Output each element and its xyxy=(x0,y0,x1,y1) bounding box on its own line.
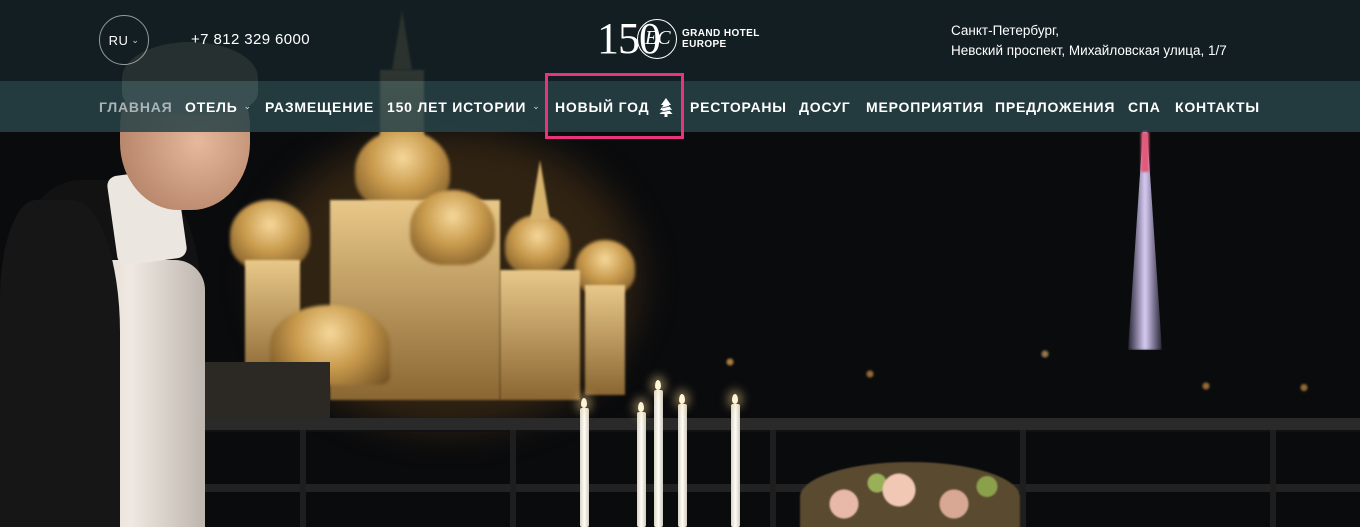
chevron-down-icon: ⌄ xyxy=(532,101,541,111)
candle xyxy=(731,404,740,527)
candle xyxy=(580,408,589,527)
nav-item-offers[interactable]: ПРЕДЛОЖЕНИЯ xyxy=(995,81,1115,132)
nav-item-events[interactable]: МЕРОПРИЯТИЯ xyxy=(866,81,984,132)
nav-item-history[interactable]: 150 ЛЕТ ИСТОРИИ ⌄ xyxy=(387,81,541,132)
balcony-railing xyxy=(190,418,1360,430)
nav-item-restaurants[interactable]: РЕСТОРАНЫ xyxy=(690,81,787,132)
nav-item-hotel[interactable]: ОТЕЛЬ ⌄ xyxy=(185,81,252,132)
nav-item-leisure[interactable]: ДОСУГ xyxy=(799,81,850,132)
nav-item-contacts[interactable]: КОНТАКТЫ xyxy=(1175,81,1260,132)
language-selector[interactable]: RU ⌄ xyxy=(99,15,149,65)
candle xyxy=(678,404,687,527)
candle xyxy=(637,412,646,527)
chevron-down-icon: ⌄ xyxy=(243,101,253,111)
address-street: Невский проспект, Михайловская улица, 1/… xyxy=(951,43,1227,58)
logo-monogram: ЕС xyxy=(645,27,671,49)
cathedral-illustration xyxy=(230,10,650,400)
candle xyxy=(654,390,663,527)
chevron-down-icon: ⌄ xyxy=(131,34,140,45)
flower-arrangement xyxy=(800,462,1020,527)
language-label: RU xyxy=(108,32,129,48)
hotel-logo[interactable]: 150 ЕС GRAND HOTEL EUROPE xyxy=(597,15,767,65)
phone-number[interactable]: +7 812 329 6000 xyxy=(191,31,310,48)
address-city: Санкт-Петербург, xyxy=(951,23,1059,38)
nav-item-spa[interactable]: СПА xyxy=(1128,81,1161,132)
new-year-highlight-box xyxy=(545,73,684,139)
logo-wordmark: GRAND HOTEL EUROPE xyxy=(682,28,760,50)
nav-item-home[interactable]: ГЛАВНАЯ xyxy=(99,81,173,132)
hotel-address: Санкт-Петербург, Невский проспект, Михай… xyxy=(951,21,1227,61)
nav-item-accommodation[interactable]: РАЗМЕЩЕНИЕ xyxy=(265,81,374,132)
